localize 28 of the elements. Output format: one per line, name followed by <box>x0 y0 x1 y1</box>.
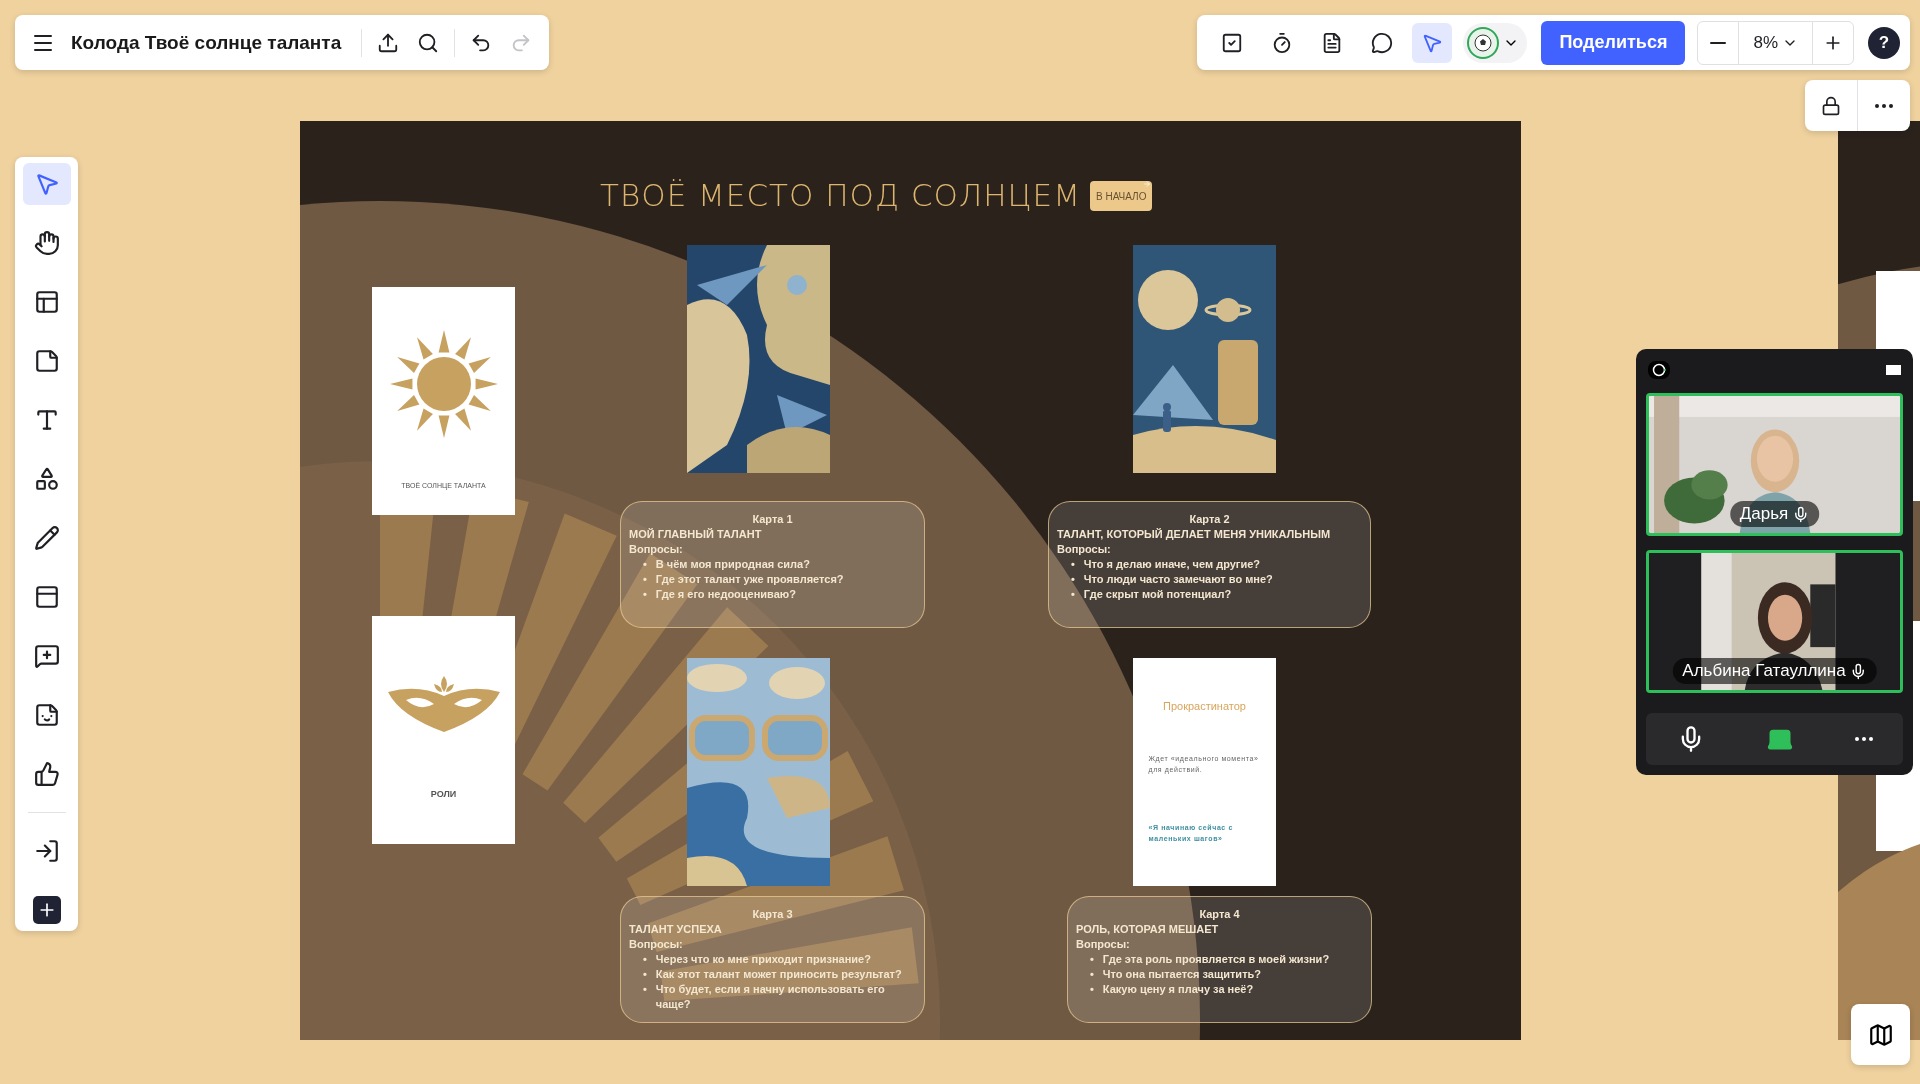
sticker-icon <box>33 702 60 728</box>
help-button[interactable]: ? <box>1868 26 1900 59</box>
share-button[interactable]: Поделиться <box>1541 20 1686 65</box>
comment-icon <box>1371 31 1394 54</box>
participant-name: Дарья <box>1729 501 1820 527</box>
zoom-level[interactable]: 8% <box>1738 21 1813 64</box>
participant-name: Альбина Гатауллина <box>1672 658 1877 684</box>
lock-icon <box>1821 95 1841 116</box>
ball-icon <box>1467 26 1500 59</box>
cursors-button[interactable] <box>1412 22 1453 63</box>
pen-icon <box>33 525 60 551</box>
template-icon <box>33 289 60 315</box>
search-icon <box>417 31 440 54</box>
add-comment-icon <box>33 643 60 669</box>
select-tool[interactable] <box>22 163 71 205</box>
more-icon <box>1875 103 1893 108</box>
shapes-icon <box>33 466 60 492</box>
hand-icon <box>33 230 60 256</box>
thumbs-up-icon <box>33 761 60 787</box>
import-icon <box>33 838 60 864</box>
checkbox-icon <box>1221 31 1244 54</box>
avatar-button[interactable] <box>1463 22 1528 63</box>
board-name: Колода Твоё солнце таланта <box>70 31 343 54</box>
camera-indicator <box>1648 361 1670 379</box>
frame-icon <box>33 584 60 610</box>
sticky-note-icon <box>33 348 60 374</box>
upload-icon <box>377 31 400 54</box>
minus-icon <box>1710 41 1727 44</box>
